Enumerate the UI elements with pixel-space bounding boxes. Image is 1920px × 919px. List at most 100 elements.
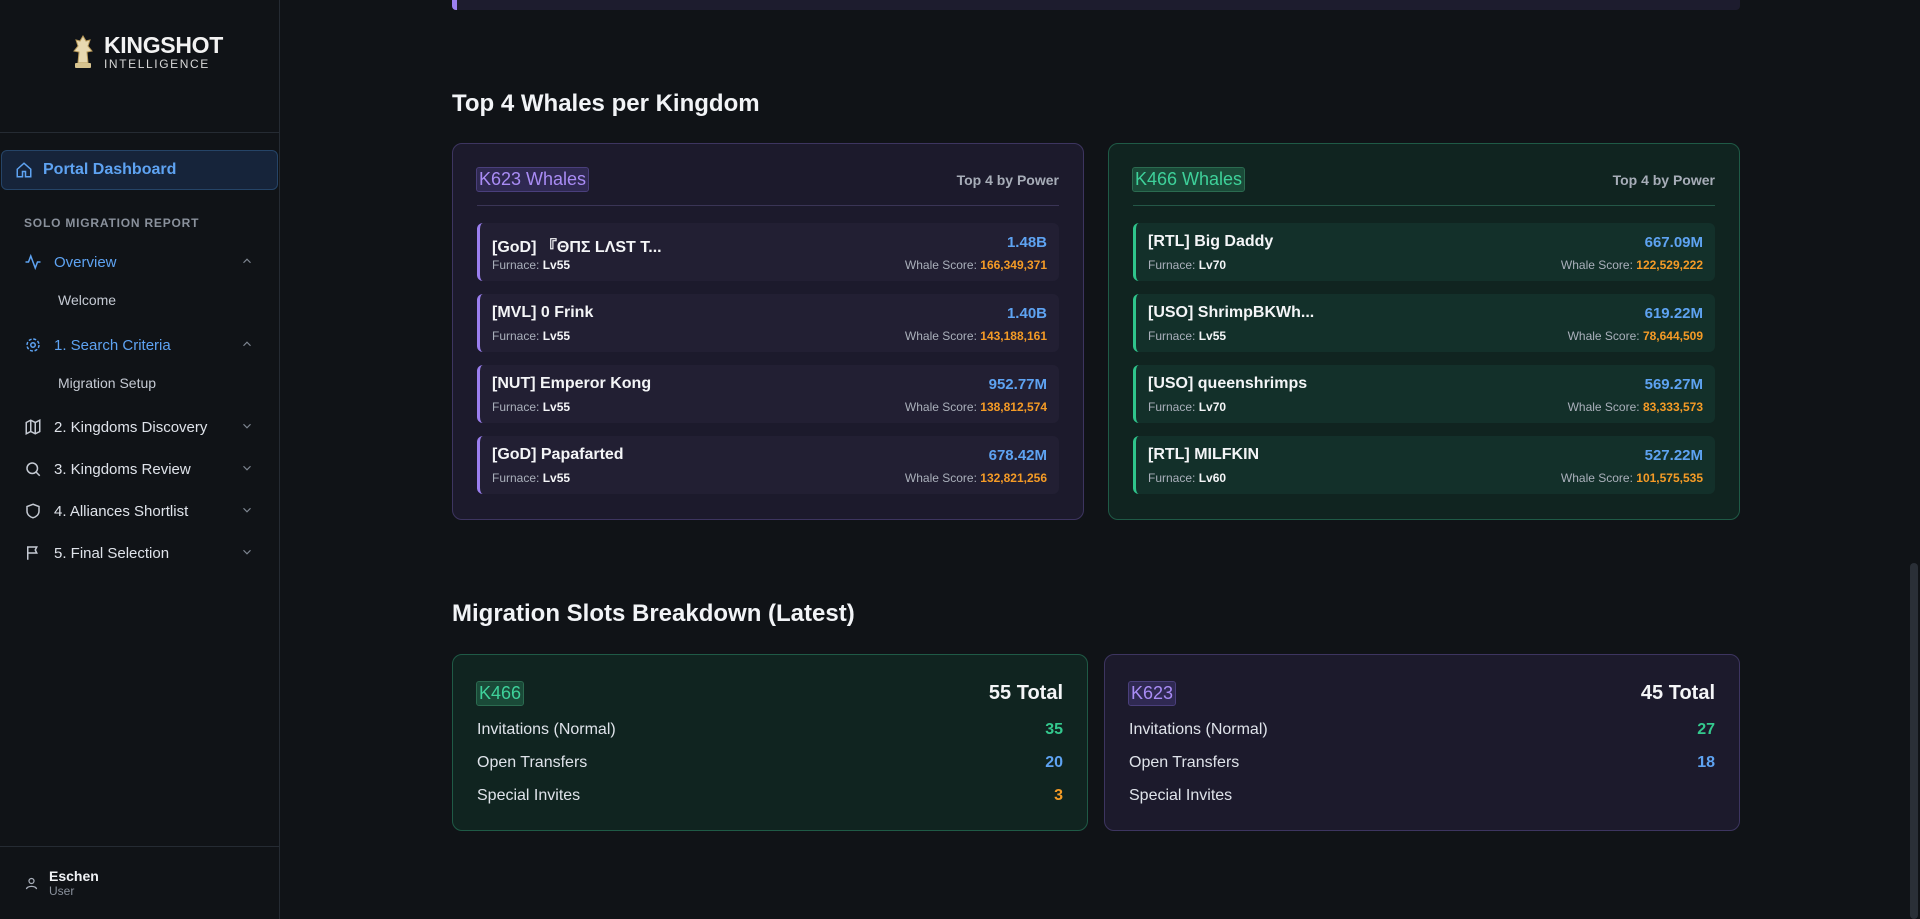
whale-score: Whale Score: 101,575,535 — [1560, 471, 1703, 485]
slots-card-k466: K466 55 Total Invitations (Normal) 35 Ope… — [452, 654, 1088, 831]
nav-kingdoms-discovery[interactable]: 2. Kingdoms Discovery — [24, 414, 254, 440]
whales-section-title: Top 4 Whales per Kingdom — [452, 90, 760, 117]
section-label: SOLO MIGRATION REPORT — [24, 216, 200, 230]
nav-portal-dashboard-label: Portal Dashboard — [43, 161, 177, 178]
whale-furnace: Furnace: Lv70 — [1148, 400, 1227, 414]
whale-score: Whale Score: 122,529,222 — [1560, 258, 1703, 272]
user-icon — [25, 877, 38, 889]
knight-chess-icon — [73, 35, 93, 68]
nav-final-selection[interactable]: 5. Final Selection — [24, 540, 254, 566]
nav-alliances-shortlist[interactable]: 4. Alliances Shortlist — [24, 498, 254, 524]
whale-score: Whale Score: 143,188,161 — [904, 329, 1047, 343]
whale-row[interactable]: [USO] ShrimpBKWh... Furnace: Lv55 619.22… — [1133, 294, 1715, 352]
nav-portal-dashboard[interactable]: Portal Dashboard — [1, 150, 278, 190]
slots-total: 45 Total — [1640, 682, 1715, 704]
user-role: User — [49, 884, 75, 898]
home-icon — [16, 162, 32, 178]
kingdom-tag: K623 — [1127, 681, 1177, 706]
brand-title: KINGSHOT — [104, 32, 223, 58]
whales-card-k623: K623 Whales Top 4 by Power [GoD] 『ΘΠΣ LΛ… — [452, 143, 1084, 520]
nav-search-criteria-label: 1. Search Criteria — [54, 336, 171, 354]
chevron-down-icon — [243, 549, 251, 555]
whale-furnace: Furnace: Lv55 — [492, 400, 571, 414]
divider — [0, 846, 279, 847]
whale-name: [GoD] 『ΘΠΣ LΛST T... — [492, 239, 662, 256]
kingdom-tag: K466 — [475, 681, 525, 706]
whale-name: [RTL] MILFKIN — [1148, 446, 1260, 463]
slots-section-title: Migration Slots Breakdown (Latest) — [452, 600, 855, 627]
chevron-down-icon — [243, 465, 251, 471]
whale-row[interactable]: [GoD] Papafarted Furnace: Lv55 678.42M W… — [477, 436, 1059, 494]
whale-score: Whale Score: 166,349,371 — [904, 258, 1047, 272]
scrollbar[interactable] — [1910, 563, 1918, 919]
whale-name: [USO] queenshrimps — [1148, 375, 1308, 392]
whale-name: [NUT] Emperor Kong — [492, 375, 652, 392]
slot-row-invitations: Invitations (Normal) 27 — [1129, 721, 1715, 738]
activity-icon — [25, 253, 41, 271]
whale-power: 527.22M — [1644, 447, 1703, 464]
kingdom-tag: K623 Whales — [475, 167, 590, 192]
whale-power: 678.42M — [988, 447, 1047, 464]
card-header: K466 Whales Top 4 by Power — [1131, 167, 1715, 206]
sidebar: KINGSHOT INTELLIGENCE Portal Dashboard S… — [0, 0, 280, 919]
card-subtitle: Top 4 by Power — [1612, 172, 1715, 188]
whale-row[interactable]: [GoD] 『ΘΠΣ LΛST T... Furnace: Lv55 1.48B… — [477, 223, 1059, 281]
whale-power: 1.40B — [1006, 305, 1047, 322]
whale-row[interactable]: [MVL] 0 Frink Furnace: Lv55 1.40B Whale … — [477, 294, 1059, 352]
whale-row[interactable]: [NUT] Emperor Kong Furnace: Lv55 952.77M… — [477, 365, 1059, 423]
slot-row-special-invites: Special Invites 3 — [477, 787, 1063, 804]
whale-furnace: Furnace: Lv55 — [492, 471, 571, 485]
search-icon — [26, 462, 41, 477]
whale-score: Whale Score: 78,644,509 — [1567, 329, 1703, 343]
slots-total: 55 Total — [988, 682, 1063, 704]
nav-alliances-shortlist-label: 4. Alliances Shortlist — [54, 502, 189, 520]
card-header: K623 Whales Top 4 by Power — [475, 167, 1059, 206]
slot-row-invitations: Invitations (Normal) 35 — [477, 721, 1063, 738]
whale-power: 1.48B — [1006, 234, 1047, 251]
slot-row-open-transfers: Open Transfers 20 — [477, 754, 1063, 771]
whale-power: 667.09M — [1644, 234, 1703, 251]
whale-furnace: Furnace: Lv55 — [492, 329, 571, 343]
divider — [0, 132, 279, 133]
whale-power: 619.22M — [1644, 305, 1703, 322]
nav-kingdoms-review-label: 3. Kingdoms Review — [54, 460, 191, 478]
nav-overview-label: Overview — [54, 253, 117, 271]
chevron-down-icon — [243, 423, 251, 429]
whale-furnace: Furnace: Lv70 — [1148, 258, 1227, 272]
whale-score: Whale Score: 138,812,574 — [904, 400, 1047, 414]
chevron-down-icon — [243, 507, 251, 513]
nav-search-criteria[interactable]: 1. Search Criteria — [24, 332, 254, 358]
whale-furnace: Furnace: Lv55 — [1148, 329, 1227, 343]
nav-kingdoms-discovery-label: 2. Kingdoms Discovery — [54, 418, 208, 436]
shield-icon — [26, 503, 40, 519]
chevron-up-icon — [243, 258, 251, 264]
slots-card-k623: K623 45 Total Invitations (Normal) 27 Ope… — [1104, 654, 1740, 831]
user-name: Eschen — [49, 868, 99, 884]
whale-score: Whale Score: 132,821,256 — [904, 471, 1047, 485]
slot-row-open-transfers: Open Transfers 18 — [1129, 754, 1715, 771]
whale-power: 569.27M — [1644, 376, 1703, 393]
whale-row[interactable]: [USO] queenshrimps Furnace: Lv70 569.27M… — [1133, 365, 1715, 423]
chevron-up-icon — [243, 341, 251, 347]
whale-power: 952.77M — [988, 376, 1047, 393]
nav-overview[interactable]: Overview — [24, 249, 254, 275]
whale-name: [RTL] Big Daddy — [1148, 233, 1274, 250]
nav-welcome[interactable]: Welcome — [58, 292, 116, 308]
whale-furnace: Furnace: Lv60 — [1148, 471, 1227, 485]
flag-icon — [27, 546, 38, 560]
user-profile[interactable]: Eschen User — [24, 868, 99, 898]
nav-migration-setup[interactable]: Migration Setup — [58, 375, 156, 391]
card-subtitle: Top 4 by Power — [956, 172, 1059, 188]
nav-final-selection-label: 5. Final Selection — [54, 544, 170, 562]
whale-row[interactable]: [RTL] Big Daddy Furnace: Lv70 667.09M Wh… — [1133, 223, 1715, 281]
whale-name: [MVL] 0 Frink — [492, 304, 594, 321]
brand-logo[interactable]: KINGSHOT INTELLIGENCE — [68, 33, 223, 71]
whale-name: [GoD] Papafarted — [492, 446, 624, 463]
map-icon — [25, 419, 41, 435]
previous-section-bottom — [452, 0, 1740, 10]
nav-kingdoms-review[interactable]: 3. Kingdoms Review — [24, 456, 254, 482]
whale-name: [USO] ShrimpBKWh... — [1148, 304, 1315, 321]
whale-score: Whale Score: 83,333,573 — [1567, 400, 1703, 414]
whale-row[interactable]: [RTL] MILFKIN Furnace: Lv60 527.22M Whal… — [1133, 436, 1715, 494]
kingdom-tag: K466 Whales — [1131, 167, 1246, 192]
